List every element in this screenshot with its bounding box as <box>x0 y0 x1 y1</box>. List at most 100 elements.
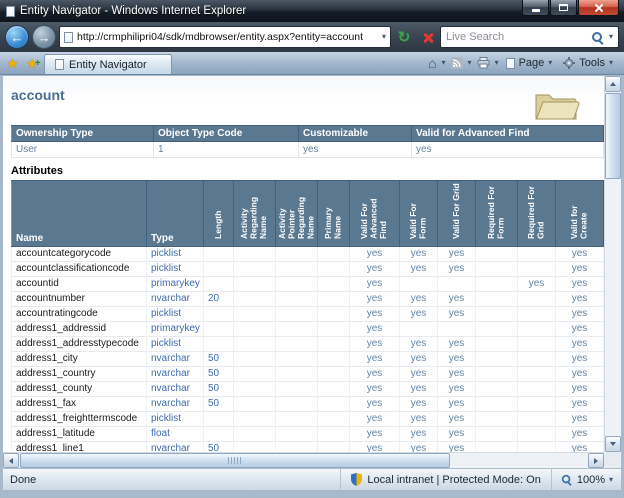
scrollbar-corner <box>604 452 621 468</box>
refresh-icon: ↻ <box>398 28 411 46</box>
attr-value-cell <box>234 367 276 382</box>
attr-value-cell <box>276 337 318 352</box>
scroll-left-button[interactable] <box>3 453 19 468</box>
attr-name-cell: accountratingcode <box>12 307 147 322</box>
attr-header-cell: Valid For Advanced Find <box>350 181 400 247</box>
attribute-row: address1_faxnvarchar50yesyesyesyes <box>12 397 604 412</box>
attr-value-cell <box>204 307 234 322</box>
tab-entity-navigator[interactable]: Entity Navigator <box>44 54 172 74</box>
attribute-row: address1_addressidprimarykeyyesyes <box>12 322 604 337</box>
attr-value-cell <box>318 442 350 453</box>
tools-menu-button[interactable]: Tools ▾ <box>559 57 617 69</box>
summary-value-cell: yes <box>299 142 412 158</box>
attribute-row: address1_line1nvarchar50yesyesyesyes <box>12 442 604 453</box>
attr-value-cell: nvarchar <box>147 382 204 397</box>
attr-value-cell <box>276 442 318 453</box>
attr-value-cell: float <box>147 427 204 442</box>
title-bar: Entity Navigator - Windows Internet Expl… <box>0 0 624 22</box>
maximize-button[interactable] <box>550 0 577 16</box>
attr-value-cell: yes <box>350 277 400 292</box>
attr-header-vertical-label: Activity Pointer Regarding Name <box>278 183 316 239</box>
vertical-scroll-thumb[interactable] <box>605 93 621 179</box>
attr-value-cell: yes <box>350 292 400 307</box>
attr-value-cell: nvarchar <box>147 352 204 367</box>
attr-value-cell: yes <box>400 352 438 367</box>
address-dropdown-icon[interactable]: ▾ <box>382 33 386 41</box>
attribute-row: accountidprimarykeyyesyesyes <box>12 277 604 292</box>
search-box[interactable]: Live Search ▾ <box>440 26 619 48</box>
scroll-down-button[interactable] <box>605 436 621 452</box>
forward-button[interactable]: → <box>32 25 56 49</box>
attr-value-cell <box>476 247 518 262</box>
refresh-button[interactable]: ↻ <box>394 26 414 48</box>
attr-name-cell: accountclassificationcode <box>12 262 147 277</box>
attribute-row: address1_countynvarchar50yesyesyesyes <box>12 382 604 397</box>
home-dropdown-icon[interactable]: ▾ <box>442 59 446 67</box>
attr-value-cell: yes <box>556 247 604 262</box>
attr-value-cell <box>476 442 518 453</box>
attr-value-cell: yes <box>438 352 476 367</box>
attr-value-cell <box>276 412 318 427</box>
back-button[interactable]: ← <box>5 25 29 49</box>
attr-value-cell <box>234 412 276 427</box>
attr-value-cell: yes <box>350 337 400 352</box>
attr-value-cell: yes <box>438 397 476 412</box>
home-button[interactable]: ⌂ <box>426 56 438 70</box>
attribute-row: address1_latitudefloatyesyesyesyes <box>12 427 604 442</box>
horizontal-scroll-thumb[interactable] <box>20 453 450 468</box>
attr-value-cell <box>204 427 234 442</box>
print-dropdown-icon[interactable]: ▾ <box>495 59 499 67</box>
attr-header-vertical-label: Activity Regarding Name <box>240 183 269 239</box>
attr-name-cell: address1_fax <box>12 397 147 412</box>
attr-value-cell: yes <box>518 277 556 292</box>
favorites-center-button[interactable]: ★ <box>2 52 23 74</box>
tab-label: Entity Navigator <box>69 59 147 71</box>
zone-text: Local intranet | Protected Mode: On <box>367 474 540 486</box>
scroll-up-button[interactable] <box>605 76 621 92</box>
attributes-heading: Attributes <box>11 165 604 177</box>
attr-value-cell: yes <box>400 397 438 412</box>
attr-value-cell <box>518 352 556 367</box>
add-favorite-button[interactable]: ★+ <box>23 52 44 74</box>
attribute-row: address1_freighttermscodepicklistyesyesy… <box>12 412 604 427</box>
attr-value-cell: yes <box>556 367 604 382</box>
attr-name-cell: address1_freighttermscode <box>12 412 147 427</box>
attr-value-cell <box>318 382 350 397</box>
attr-value-cell <box>204 337 234 352</box>
attr-value-cell: yes <box>438 367 476 382</box>
page-menu-button[interactable]: Page ▾ <box>502 57 557 69</box>
feeds-dropdown-icon[interactable]: ▾ <box>468 59 472 67</box>
minimize-button[interactable] <box>522 0 549 16</box>
attr-name-cell: accountcategorycode <box>12 247 147 262</box>
page-content: account Ownership TypeObject Type CodeCu… <box>3 76 604 452</box>
attr-value-cell: yes <box>438 337 476 352</box>
horizontal-scrollbar[interactable] <box>3 452 604 468</box>
horizontal-scroll-track[interactable] <box>19 453 588 468</box>
search-icon[interactable] <box>591 31 604 44</box>
attr-value-cell <box>318 292 350 307</box>
vertical-scrollbar[interactable] <box>604 76 621 452</box>
search-dropdown-icon[interactable]: ▾ <box>609 33 613 41</box>
scroll-right-button[interactable] <box>588 453 604 468</box>
feeds-button[interactable] <box>449 57 465 69</box>
stop-button[interactable] <box>417 26 437 48</box>
address-bar[interactable]: http://crmphilipri04/sdk/mdbrowser/entit… <box>59 26 391 48</box>
attr-value-cell: yes <box>400 247 438 262</box>
security-zone-pane: Local intranet | Protected Mode: On <box>340 469 550 490</box>
attr-name-cell: accountnumber <box>12 292 147 307</box>
attr-value-cell: yes <box>556 337 604 352</box>
zoom-level: 100% <box>577 474 605 486</box>
home-icon: ⌂ <box>428 56 436 70</box>
summary-header-cell: Ownership Type <box>12 126 154 142</box>
attr-value-cell: picklist <box>147 307 204 322</box>
close-button[interactable] <box>578 0 619 16</box>
print-button[interactable] <box>475 57 492 69</box>
zoom-control[interactable]: 100% ▾ <box>551 469 621 490</box>
zoom-dropdown-icon[interactable]: ▾ <box>609 476 613 484</box>
attr-value-cell: yes <box>556 292 604 307</box>
attr-value-cell <box>204 412 234 427</box>
attr-value-cell <box>276 352 318 367</box>
attr-value-cell <box>518 382 556 397</box>
attr-value-cell <box>318 352 350 367</box>
forward-icon: → <box>38 31 51 44</box>
